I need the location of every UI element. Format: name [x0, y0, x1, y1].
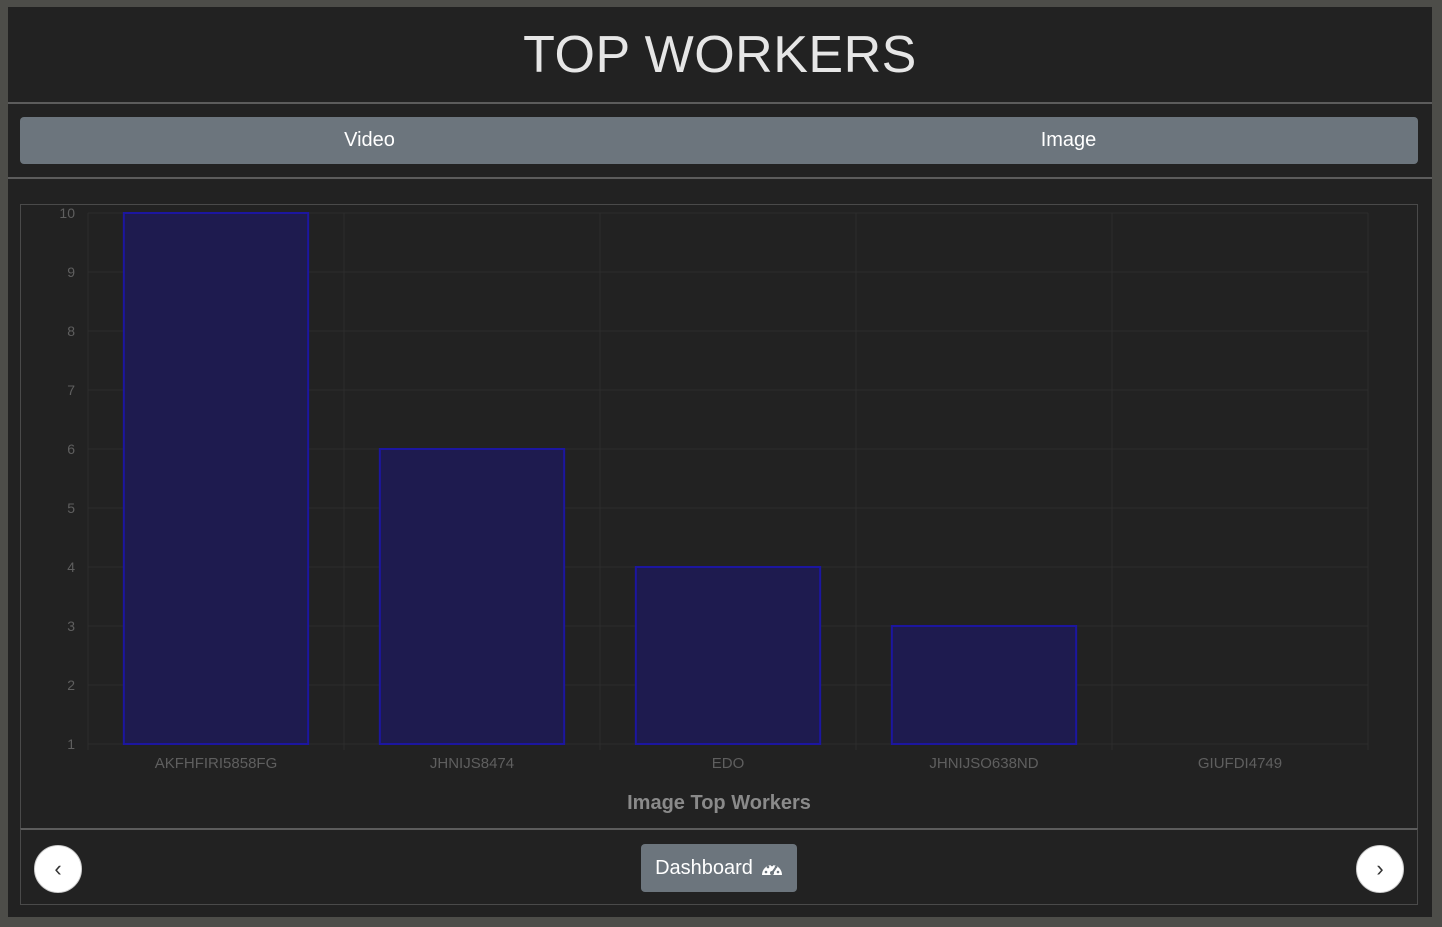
x-tick-label: GIUFDI4749	[1198, 755, 1282, 772]
bar	[378, 448, 566, 745]
y-tick-label: 9	[67, 264, 75, 280]
gauge-icon	[761, 863, 782, 875]
y-tick-label: 7	[67, 382, 75, 398]
app-frame: TOP WORKERS Video Image 1 2 3 4 5 6 7 8 9 10 AKFHF…	[8, 7, 1432, 917]
chart-footer: ‹ Dashboard ›	[20, 828, 1418, 905]
y-tick-label: 1	[67, 736, 75, 752]
page-title: TOP WORKERS	[523, 25, 917, 84]
page-header: TOP WORKERS	[8, 7, 1432, 104]
dashboard-button-label: Dashboard	[655, 856, 753, 879]
bar-chart: 1 2 3 4 5 6 7 8 9 10 AKFHFIRI5858FG JHNIJS8474 EDO JH…	[59, 205, 1369, 814]
x-tick-label: JHNIJS8474	[430, 755, 514, 772]
x-tick-label: EDO	[712, 755, 745, 772]
y-tick-label: 8	[67, 323, 75, 339]
previous-button[interactable]: ‹	[34, 845, 82, 893]
y-tick-label: 6	[67, 441, 75, 457]
y-tick-label: 4	[67, 559, 75, 575]
chart-title: Image Top Workers	[627, 792, 811, 814]
next-button[interactable]: ›	[1356, 845, 1404, 893]
tab-bar: Video Image	[8, 104, 1432, 179]
chart-card: 1 2 3 4 5 6 7 8 9 10 AKFHFIRI5858FG JHNIJS8474 EDO JH…	[20, 204, 1418, 829]
y-tick-label: 2	[67, 677, 75, 693]
tab-video[interactable]: Video	[20, 117, 719, 164]
tab-group: Video Image	[20, 117, 1418, 164]
y-tick-label: 10	[59, 205, 75, 221]
bar	[122, 212, 310, 745]
bar	[890, 625, 1078, 745]
dashboard-button[interactable]: Dashboard	[641, 844, 797, 892]
y-tick-label: 5	[67, 500, 75, 516]
tab-image[interactable]: Image	[719, 117, 1418, 164]
x-tick-label: JHNIJSO638ND	[929, 755, 1038, 772]
x-tick-label: AKFHFIRI5858FG	[155, 755, 278, 772]
bar	[634, 566, 822, 745]
y-tick-label: 3	[67, 618, 75, 634]
